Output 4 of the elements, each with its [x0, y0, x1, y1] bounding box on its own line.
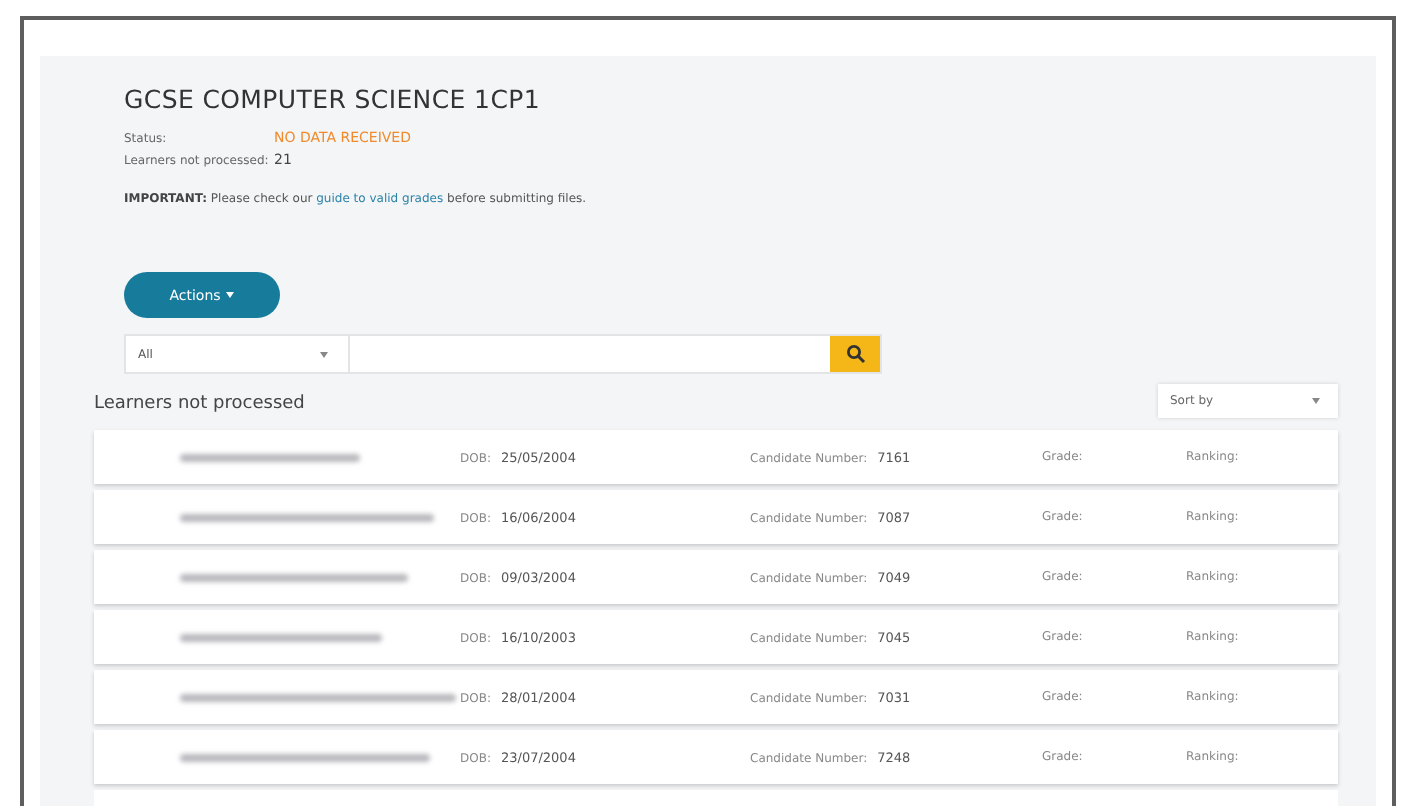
page-title: GCSE COMPUTER SCIENCE 1CP1 [124, 84, 543, 114]
caret-icon [226, 292, 235, 298]
caret-icon [1312, 398, 1320, 404]
section-title: Learners not processed [94, 394, 305, 414]
